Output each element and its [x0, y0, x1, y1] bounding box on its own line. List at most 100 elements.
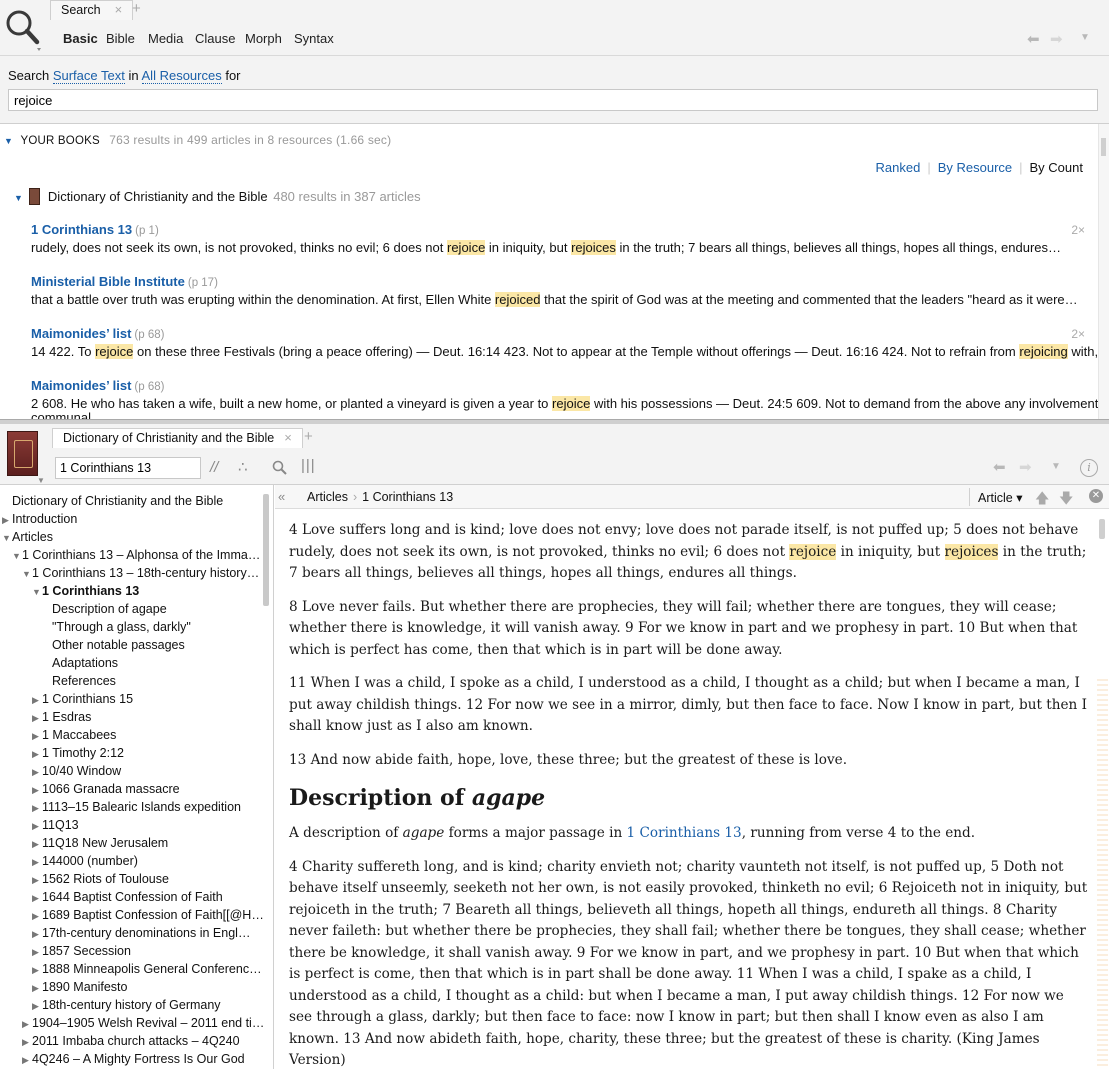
result-item[interactable]: 1 Corinthians 13 (p 1) rudely, does not s… [31, 222, 1061, 255]
toc-item[interactable]: ▶ 11Q18 New Jerusalem [32, 834, 168, 853]
collapse-arrow-icon[interactable]: ▶ [32, 907, 42, 925]
toc-item[interactable]: ▶ 1 Timothy 2:12 [32, 744, 124, 763]
toc-item[interactable]: ▶ 1857 Secession [32, 942, 131, 961]
subtab-syntax[interactable]: Syntax [294, 31, 334, 46]
add-tab-icon[interactable]: + [304, 428, 313, 445]
your-books-header[interactable]: ▼ YOUR BOOKS 763 results in 499 articles… [4, 133, 391, 147]
collapse-arrow-icon[interactable]: ▼ [4, 136, 13, 146]
collapse-arrow-icon[interactable]: ▶ [2, 511, 12, 529]
collapse-arrow-icon[interactable]: ▶ [32, 763, 42, 781]
collapse-arrow-icon[interactable]: ▶ [32, 745, 42, 763]
expand-arrow-icon[interactable]: ▼ [2, 529, 12, 547]
subtab-bible[interactable]: Bible [106, 31, 135, 46]
collapse-arrow-icon[interactable]: ▶ [32, 871, 42, 889]
toc-item[interactable]: Other notable passages [42, 636, 185, 654]
search-field-dropdown[interactable]: Surface Text [52, 68, 125, 84]
article-menu-button[interactable]: Article ▾ [978, 490, 1022, 505]
toc-item[interactable]: ▶ 1 Esdras [32, 708, 91, 727]
toc-item[interactable]: References [42, 672, 116, 690]
toc-scrollbar[interactable] [262, 488, 270, 608]
collapse-arrow-icon[interactable]: ▶ [32, 997, 42, 1015]
tab-resource[interactable]: Dictionary of Christianity and the Bible… [52, 428, 303, 448]
subtab-basic[interactable]: Basic [63, 31, 98, 46]
expand-arrow-icon[interactable]: ▼ [32, 583, 42, 601]
scroll-thumb[interactable] [1099, 519, 1105, 539]
collapse-arrow-icon[interactable]: ▶ [32, 943, 42, 961]
toc-item[interactable]: ▼1 Corinthians 13 – 18th-century history… [22, 564, 259, 583]
history-dropdown-icon[interactable]: ▼ [1051, 461, 1061, 472]
collapse-arrow-icon[interactable]: ▼ [14, 193, 23, 203]
toc-item[interactable]: ▶ 2011 Imbaba church attacks – 4Q240 [22, 1032, 240, 1051]
result-title-link[interactable]: Maimonides’ list [31, 378, 131, 393]
tab-search[interactable]: Search × [50, 0, 134, 20]
toc-item[interactable]: ▶ 1888 Minneapolis General Conferenc… [32, 960, 262, 979]
scroll-thumb[interactable] [263, 494, 269, 606]
add-tab-icon[interactable]: + [132, 0, 141, 17]
toc-item[interactable]: ▶ 4Q246 – A Mighty Fortress Is Our God [22, 1050, 245, 1069]
search-input[interactable] [8, 89, 1098, 111]
result-title-link[interactable]: Ministerial Bible Institute [31, 274, 185, 289]
toc-item[interactable]: ▶ 1 Corinthians 15 [32, 690, 133, 709]
tab-close-icon[interactable]: × [115, 2, 123, 17]
toc-item[interactable]: ▶ 1890 Manifesto [32, 978, 127, 997]
result-title-link[interactable]: 1 Corinthians 13 [31, 222, 132, 237]
toc-item[interactable]: ▶ 10/40 Window [32, 762, 121, 781]
tab-close-icon[interactable]: × [284, 430, 292, 445]
result-item[interactable]: Maimonides’ list (p 68) 14 422. To rejoic… [31, 326, 1109, 359]
toc-item[interactable]: ▶ 18th-century history of Germany [32, 996, 221, 1015]
visual-filters-icon[interactable]: ∴ [238, 458, 248, 476]
down-arrow-icon[interactable]: 🡇 [1059, 488, 1073, 512]
toc-item[interactable]: ▶ 1562 Riots of Toulouse [32, 870, 169, 889]
toc-item[interactable]: ▶ 1 Maccabees [32, 726, 116, 745]
collapse-arrow-icon[interactable]: ▶ [32, 781, 42, 799]
rank-ranked-link[interactable]: Ranked [876, 160, 921, 175]
history-dropdown-icon[interactable]: ▼ [1080, 32, 1090, 43]
toc-item[interactable]: ▶ 11Q13 [32, 816, 79, 835]
result-item[interactable]: Maimonides’ list (p 68) 2 608. He who has… [31, 378, 1102, 420]
up-arrow-icon[interactable]: 🡅 [1035, 488, 1049, 512]
scroll-thumb[interactable] [1101, 138, 1106, 156]
rank-by-count-link[interactable]: By Count [1030, 160, 1083, 175]
collapse-arrow-icon[interactable]: ▶ [32, 691, 42, 709]
collapse-arrow-icon[interactable]: ▶ [32, 925, 42, 943]
close-article-icon[interactable]: ✕ [1089, 489, 1103, 503]
toc-item[interactable]: ▶ 1689 Baptist Confession of Faith[[@H… [32, 906, 264, 925]
forward-arrow-icon[interactable]: ➡ [1050, 30, 1063, 48]
toc-item[interactable]: ▶ 1644 Baptist Confession of Faith [32, 888, 223, 907]
toc-item[interactable]: ▼Articles [2, 528, 53, 547]
back-arrow-icon[interactable]: ⬅ [1027, 30, 1040, 48]
result-item[interactable]: Ministerial Bible Institute (p 17) that a… [31, 274, 1078, 307]
collapse-toc-icon[interactable]: « [278, 489, 285, 504]
columns-icon[interactable]: ||| [301, 457, 316, 474]
collapse-arrow-icon[interactable]: ▶ [32, 979, 42, 997]
cover-dropdown-icon[interactable]: ▼ [37, 476, 45, 485]
expand-arrow-icon[interactable]: ▼ [12, 547, 22, 565]
collapse-arrow-icon[interactable]: ▶ [22, 1051, 32, 1069]
search-icon[interactable] [272, 460, 287, 475]
forward-arrow-icon[interactable]: ➡ [1019, 458, 1032, 476]
collapse-arrow-icon[interactable]: ▶ [22, 1033, 32, 1051]
toc-item[interactable]: Adaptations [42, 654, 118, 672]
collapse-arrow-icon[interactable]: ▶ [32, 835, 42, 853]
reference-input[interactable] [55, 457, 201, 479]
collapse-arrow-icon[interactable]: ▶ [32, 853, 42, 871]
result-title-link[interactable]: Maimonides’ list [31, 326, 131, 341]
bible-reference-link[interactable]: 1 Corinthians 13 [627, 825, 742, 841]
expand-arrow-icon[interactable]: ▼ [22, 565, 32, 583]
info-icon[interactable]: i [1080, 459, 1098, 477]
toc-item[interactable]: ▼1 Corinthians 13 [32, 582, 139, 601]
toc-item[interactable]: ▶ 1066 Granada massacre [32, 780, 180, 799]
back-arrow-icon[interactable]: ⬅ [993, 458, 1006, 476]
collapse-arrow-icon[interactable]: ▶ [32, 961, 42, 979]
toc-item[interactable]: "Through a glass, darkly" [42, 618, 191, 636]
toc-item[interactable]: ▶ 1904–1905 Welsh Revival – 2011 end ti… [22, 1014, 264, 1033]
toc-item[interactable]: ▶ Introduction [2, 510, 77, 529]
toc-item[interactable]: ▶ 1113–15 Balearic Islands expedition [32, 798, 241, 817]
result-book-header[interactable]: ▼ Dictionary of Christianity and the Bibl… [14, 188, 421, 205]
collapse-arrow-icon[interactable]: ▶ [32, 799, 42, 817]
parallel-resources-icon[interactable]: // [210, 459, 218, 476]
breadcrumb-item-article[interactable]: 1 Corinthians 13 [362, 490, 453, 504]
collapse-arrow-icon[interactable]: ▶ [22, 1015, 32, 1033]
toc-item[interactable]: ▶ 144000 (number) [32, 852, 138, 871]
toc-item[interactable]: ▶ 17th-century denominations in Engl… [32, 924, 250, 943]
